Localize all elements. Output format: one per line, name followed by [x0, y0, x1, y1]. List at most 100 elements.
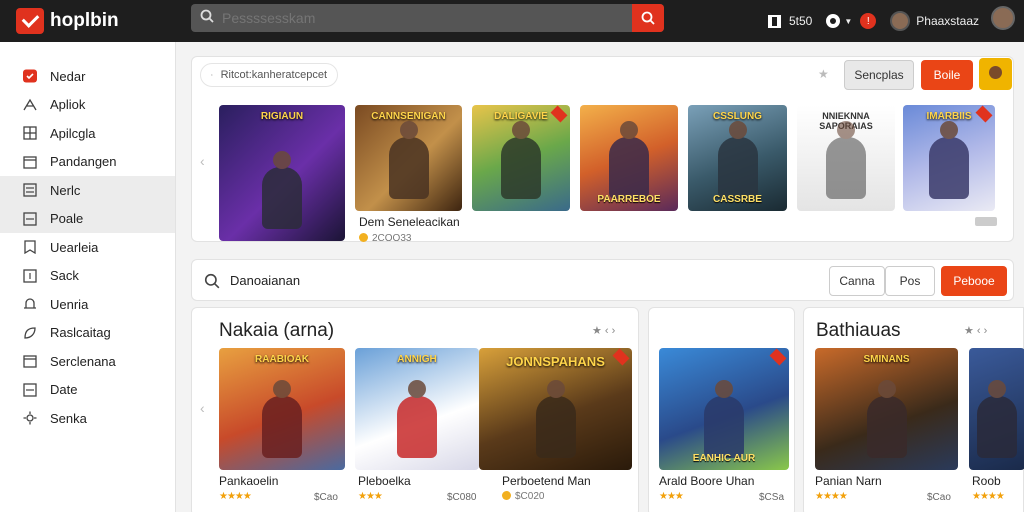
- calendar-icon: [22, 354, 38, 368]
- rating-stars: ★★★: [659, 491, 684, 502]
- sidebar-item-label: Pandangen: [50, 154, 117, 170]
- app-logo[interactable]: hoplbin: [16, 8, 186, 34]
- search-icon: [641, 11, 655, 25]
- sidebar-item-uearleia[interactable]: Uearleia: [0, 233, 175, 262]
- card-price: $C020: [515, 491, 545, 502]
- grid-icon: [22, 126, 38, 140]
- brand-icon: [16, 8, 44, 34]
- search-icon: [211, 74, 213, 76]
- global-search[interactable]: [191, 4, 664, 32]
- filter-primary-button[interactable]: Pebooe: [941, 266, 1007, 296]
- status-menu[interactable]: ▼ !: [826, 13, 877, 29]
- sidebar-item-label: Apilcgla: [50, 125, 96, 141]
- coin-icon: [502, 491, 511, 500]
- card-price: $C080: [447, 492, 477, 503]
- secondary-button[interactable]: Sencplas: [844, 60, 914, 90]
- app-title: hoplbin: [50, 10, 119, 31]
- sidebar-item-label: Serclenana: [50, 353, 116, 369]
- section-panel: Bathiauas ★ ‹ › SMINANS Panian Narn ★★★★…: [803, 307, 1024, 512]
- profile-avatar[interactable]: [991, 6, 1015, 30]
- star-icon[interactable]: ★: [818, 67, 829, 81]
- calendar-icon: [22, 155, 38, 169]
- profile-thumb[interactable]: [979, 58, 1012, 90]
- search-icon: [204, 273, 220, 289]
- spark-icon: [22, 98, 38, 112]
- rating-stars: ★★★: [358, 491, 383, 502]
- thumb-caption: EANHIC AUR: [692, 453, 756, 464]
- scroll-indicator[interactable]: [975, 217, 997, 226]
- sidebar-item-nerlc[interactable]: Nerlc: [0, 176, 175, 205]
- bookmark-icon: [22, 240, 38, 255]
- tray-button[interactable]: 5t50: [768, 14, 812, 28]
- game-thumb[interactable]: PAARREBOE: [580, 105, 678, 211]
- sidebar-item-label: Poale: [50, 211, 84, 227]
- global-search-input[interactable]: [222, 10, 622, 26]
- sidebar-item-label: Uearleia: [50, 239, 99, 255]
- list-icon: [22, 183, 38, 197]
- chevron-left-icon[interactable]: ‹: [200, 400, 205, 416]
- game-thumb[interactable]: NNIEKNNA SAPORAIAS: [797, 105, 895, 211]
- card-title: Arald Boore Uhan: [659, 474, 755, 488]
- sidebar: Nedar Apliok Apilcgla Pandangen Nerlc Po…: [0, 42, 176, 512]
- featured-title: Dem Seneleacikan: [359, 215, 460, 229]
- global-search-button[interactable]: [632, 4, 664, 32]
- card-price: $Cao: [927, 492, 951, 503]
- bell-icon: [22, 297, 38, 311]
- sidebar-item-date[interactable]: Date: [0, 376, 175, 405]
- game-thumb[interactable]: RAABIOAK: [219, 348, 345, 470]
- card-title: Perboetend Man: [502, 474, 591, 488]
- game-thumb[interactable]: EANHIC AUR: [659, 348, 789, 470]
- sidebar-item-apliok[interactable]: Apliok: [0, 91, 175, 120]
- thumb-caption: CASSRBE: [713, 194, 762, 205]
- rating-stars: ★★★★: [972, 491, 1005, 502]
- game-thumb[interactable]: CANNSENIGAN: [355, 105, 462, 211]
- game-thumb[interactable]: DALIGAVIE: [472, 105, 570, 211]
- section-controls[interactable]: ★ ‹ ›: [592, 324, 615, 337]
- sidebar-item-serclenana[interactable]: Serclenana: [0, 347, 175, 376]
- card-title: Pankaoelin: [219, 474, 279, 488]
- tray-label: 5t50: [789, 14, 813, 28]
- section-controls[interactable]: ★ ‹ ›: [964, 324, 987, 337]
- game-thumb[interactable]: CSSLUNG CASSRBE: [688, 105, 787, 211]
- thumb-title: RAABIOAK: [255, 354, 309, 365]
- notification-badge[interactable]: !: [860, 13, 877, 29]
- sidebar-item-sack[interactable]: Sack: [0, 262, 175, 291]
- user-menu[interactable]: Phaaxstaaz: [890, 11, 979, 31]
- sidebar-item-uenria[interactable]: Uenria: [0, 290, 175, 319]
- badge-icon: [769, 348, 787, 366]
- sidebar-item-senka[interactable]: Senka: [0, 404, 175, 433]
- rating-stars: ★★★★: [219, 491, 252, 502]
- featured-meta-value: 2COO33: [372, 233, 412, 244]
- game-thumb[interactable]: [969, 348, 1024, 470]
- sidebar-item-poale[interactable]: Poale: [0, 204, 175, 233]
- sidebar-item-apilcgla[interactable]: Apilcgla: [0, 119, 175, 148]
- coin-icon: [359, 233, 368, 242]
- sidebar-item-pandangen[interactable]: Pandangen: [0, 148, 175, 177]
- doc-icon: [22, 383, 38, 397]
- card-price: $Cao: [314, 492, 338, 503]
- featured-search[interactable]: Ritcot:kanheratcepcet: [200, 63, 338, 87]
- section-title: Nakaia (arna): [219, 320, 335, 341]
- primary-button[interactable]: Boile: [921, 60, 973, 90]
- sidebar-item-label: Senka: [50, 410, 87, 426]
- sidebar-item-home[interactable]: Nedar: [0, 62, 175, 91]
- game-thumb[interactable]: JONNSPAHANS: [479, 348, 632, 470]
- filter-button-1[interactable]: Canna: [829, 266, 885, 296]
- sidebar-item-label: Uenria: [50, 296, 89, 312]
- section-title: Bathiauas: [816, 320, 901, 341]
- thumb-title: ANNIGH: [397, 354, 437, 365]
- sidebar-item-label: Date: [50, 382, 78, 398]
- game-thumb[interactable]: RIGIAUN: [219, 105, 345, 241]
- chevron-left-icon[interactable]: ‹: [200, 153, 205, 169]
- sidebar-item-label: Nedar: [50, 68, 86, 84]
- sidebar-item-label: Raslcaitag: [50, 325, 111, 341]
- game-thumb[interactable]: IMARBIIS: [903, 105, 995, 211]
- game-thumb[interactable]: SMINANS: [815, 348, 958, 470]
- sidebar-item-label: Nerlc: [50, 182, 81, 198]
- thumb-caption: PAARREBOE: [597, 194, 661, 205]
- game-thumb[interactable]: ANNIGH: [355, 348, 479, 470]
- sidebar-item-raslcaitag[interactable]: Raslcaitag: [0, 319, 175, 348]
- brand-icon: [22, 69, 38, 83]
- filter-search-input[interactable]: Danoaianan: [230, 273, 300, 288]
- filter-button-2[interactable]: Pos: [885, 266, 935, 296]
